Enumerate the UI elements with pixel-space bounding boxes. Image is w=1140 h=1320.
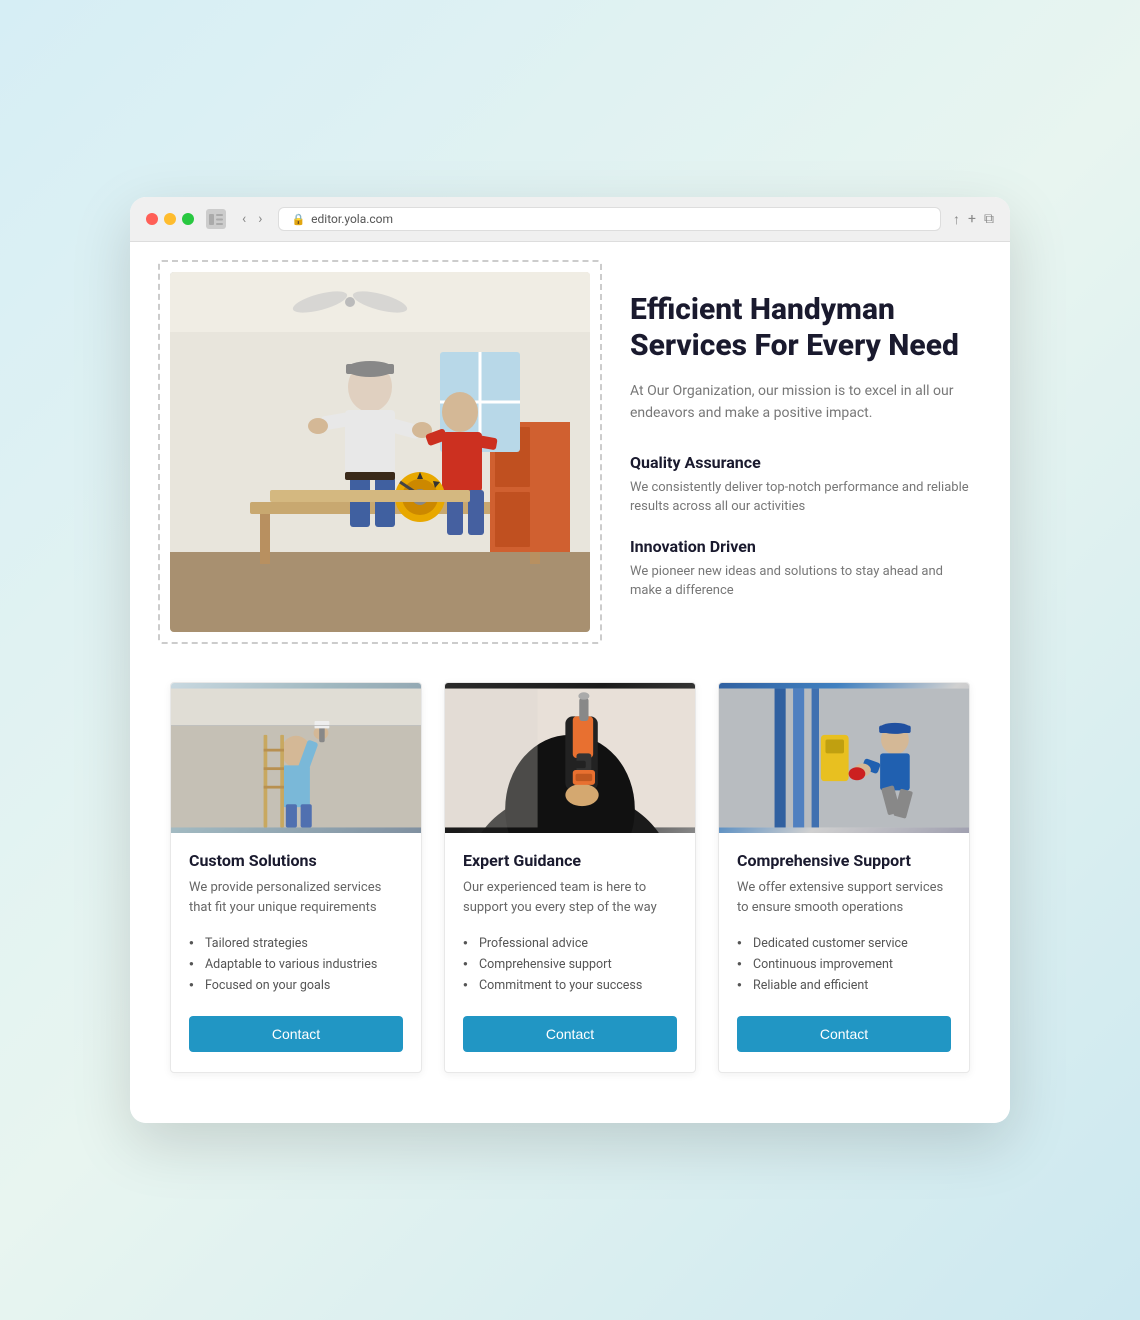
card-desc-3: We offer extensive support services to e… (737, 878, 951, 917)
browser-chrome: ‹ › 🔒 editor.yola.com ↑ + ⧉ (130, 197, 1010, 242)
card-title-3: Comprehensive Support (737, 851, 951, 870)
card-image-2 (445, 683, 695, 833)
fullscreen-button[interactable] (182, 213, 194, 225)
address-bar[interactable]: 🔒 editor.yola.com (278, 207, 941, 231)
browser-window: ‹ › 🔒 editor.yola.com ↑ + ⧉ (130, 197, 1010, 1123)
contact-button-2[interactable]: Contact (463, 1016, 677, 1052)
feature-innovation-desc: We pioneer new ideas and solutions to st… (630, 562, 970, 601)
hero-title: Efficient Handyman Services For Every Ne… (630, 292, 970, 364)
back-button[interactable]: ‹ (238, 209, 250, 229)
extensions-icon[interactable]: ⧉ (984, 211, 994, 228)
card-list-item: Professional advice (463, 933, 677, 954)
feature-quality: Quality Assurance We consistently delive… (630, 453, 970, 517)
card-list-1: Tailored strategies Adaptable to various… (189, 933, 403, 996)
card-list-item: Dedicated customer service (737, 933, 951, 954)
card-body-2: Expert Guidance Our experienced team is … (445, 833, 695, 1072)
feature-quality-desc: We consistently deliver top-notch perfor… (630, 478, 970, 517)
minimize-button[interactable] (164, 213, 176, 225)
hero-image-container (170, 272, 590, 632)
browser-actions: ↑ + ⧉ (953, 211, 994, 228)
hero-image (170, 272, 590, 632)
feature-quality-title: Quality Assurance (630, 453, 970, 472)
card-list-item: Commitment to your success (463, 975, 677, 996)
card-image-1 (171, 683, 421, 833)
card-list-item: Reliable and efficient (737, 975, 951, 996)
card-list-item: Tailored strategies (189, 933, 403, 954)
url-text: editor.yola.com (311, 212, 393, 226)
share-icon[interactable]: ↑ (953, 211, 960, 228)
card-desc-1: We provide personalized services that fi… (189, 878, 403, 917)
card-body-3: Comprehensive Support We offer extensive… (719, 833, 969, 1072)
card-comprehensive-support: Comprehensive Support We offer extensive… (718, 682, 970, 1073)
contact-button-3[interactable]: Contact (737, 1016, 951, 1052)
hero-section: Efficient Handyman Services For Every Ne… (170, 272, 970, 632)
hero-right: Efficient Handyman Services For Every Ne… (630, 272, 970, 621)
traffic-lights (146, 213, 194, 225)
card-title-1: Custom Solutions (189, 851, 403, 870)
card-list-3: Dedicated customer service Continuous im… (737, 933, 951, 996)
hero-subtitle: At Our Organization, our mission is to e… (630, 380, 970, 425)
card-list-2: Professional advice Comprehensive suppor… (463, 933, 677, 996)
nav-buttons: ‹ › (238, 209, 266, 229)
card-body-1: Custom Solutions We provide personalized… (171, 833, 421, 1072)
browser-content: Efficient Handyman Services For Every Ne… (130, 242, 1010, 1123)
new-tab-icon[interactable]: + (968, 211, 976, 228)
card-title-2: Expert Guidance (463, 851, 677, 870)
card-list-item: Comprehensive support (463, 954, 677, 975)
contact-button-1[interactable]: Contact (189, 1016, 403, 1052)
close-button[interactable] (146, 213, 158, 225)
card-image-3 (719, 683, 969, 833)
lock-icon: 🔒 (291, 213, 305, 226)
card-list-item: Adaptable to various industries (189, 954, 403, 975)
card-desc-2: Our experienced team is here to support … (463, 878, 677, 917)
forward-button[interactable]: › (254, 209, 266, 229)
cards-section: Custom Solutions We provide personalized… (170, 682, 970, 1073)
feature-innovation-title: Innovation Driven (630, 537, 970, 556)
feature-innovation: Innovation Driven We pioneer new ideas a… (630, 537, 970, 601)
card-list-item: Continuous improvement (737, 954, 951, 975)
card-custom-solutions: Custom Solutions We provide personalized… (170, 682, 422, 1073)
sidebar-toggle[interactable] (206, 209, 226, 229)
card-list-item: Focused on your goals (189, 975, 403, 996)
card-expert-guidance: Expert Guidance Our experienced team is … (444, 682, 696, 1073)
